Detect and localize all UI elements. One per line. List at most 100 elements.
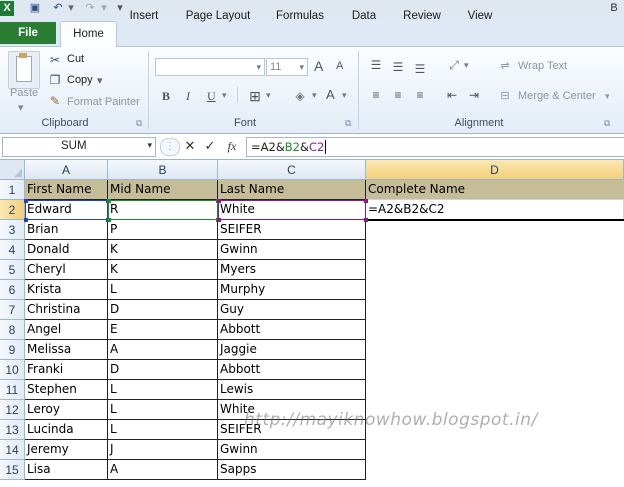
cell-b8[interactable]: E bbox=[108, 320, 218, 340]
font-color-icon[interactable]: A bbox=[326, 87, 335, 102]
column-header-c[interactable]: C bbox=[218, 160, 366, 180]
cell-a7[interactable]: Christina bbox=[25, 300, 108, 320]
cell-c14[interactable]: Gwinn bbox=[218, 440, 366, 460]
tab-page-layout[interactable]: Page Layout bbox=[182, 6, 254, 26]
cell-a13[interactable]: Lucinda bbox=[25, 420, 108, 440]
format-painter-button[interactable]: Format Painter bbox=[67, 96, 140, 108]
cut-button[interactable]: Cut bbox=[67, 53, 84, 65]
row-header-13[interactable]: 13 bbox=[0, 420, 25, 440]
cell-c7[interactable]: Guy bbox=[218, 300, 366, 320]
cell-d2[interactable]: =A2&B2&C2 bbox=[366, 200, 624, 220]
row-header-6[interactable]: 6 bbox=[0, 280, 25, 300]
insert-function-icon[interactable]: fx bbox=[223, 138, 241, 154]
column-header-d[interactable]: D bbox=[366, 160, 624, 180]
cell-b15[interactable]: A bbox=[108, 460, 218, 480]
row-header-12[interactable]: 12 bbox=[0, 400, 25, 420]
cell-a10[interactable]: Franki bbox=[25, 360, 108, 380]
row-header-10[interactable]: 10 bbox=[0, 360, 25, 380]
font-color-dropdown-icon[interactable]: ▾ bbox=[342, 90, 347, 101]
align-middle-icon[interactable]: ☰ bbox=[390, 59, 406, 75]
cell-a12[interactable]: Leroy bbox=[25, 400, 108, 420]
column-header-b[interactable]: B bbox=[108, 160, 218, 180]
cell-b12[interactable]: L bbox=[108, 400, 218, 420]
borders-icon[interactable]: ⊞ bbox=[247, 88, 263, 104]
font-size-field[interactable]: 11 ▾ bbox=[266, 58, 308, 76]
row-header-5[interactable]: 5 bbox=[0, 260, 25, 280]
orientation-icon[interactable]: ⤢ bbox=[446, 57, 462, 73]
cell-b4[interactable]: K bbox=[108, 240, 218, 260]
cell-a15[interactable]: Lisa bbox=[25, 460, 108, 480]
merge-dropdown-icon[interactable]: ▾ bbox=[605, 91, 610, 102]
row-header-1[interactable]: 1 bbox=[0, 180, 25, 200]
clipboard-launcher-icon[interactable]: ⧉ bbox=[136, 118, 142, 129]
cell-a2[interactable]: Edward bbox=[25, 200, 108, 220]
redo-dropdown-icon[interactable]: ▾ bbox=[99, 1, 109, 16]
save-icon[interactable]: ▣ bbox=[28, 1, 42, 16]
paste-icon[interactable] bbox=[8, 51, 40, 89]
cell-c3[interactable]: SEIFER bbox=[218, 220, 366, 240]
copy-button[interactable]: Copy bbox=[67, 74, 93, 86]
font-name-dropdown-icon[interactable]: ▾ bbox=[256, 59, 261, 75]
cell-b6[interactable]: L bbox=[108, 280, 218, 300]
row-header-9[interactable]: 9 bbox=[0, 340, 25, 360]
cell-c5[interactable]: Myers bbox=[218, 260, 366, 280]
name-box-dropdown-icon[interactable]: ▾ bbox=[147, 140, 152, 151]
cell-b11[interactable]: L bbox=[108, 380, 218, 400]
formula-bar-handle-icon[interactable]: ⋮ bbox=[160, 138, 180, 156]
undo-icon[interactable]: ↶ bbox=[50, 1, 66, 16]
cell-a6[interactable]: Krista bbox=[25, 280, 108, 300]
cell-b3[interactable]: P bbox=[108, 220, 218, 240]
cell-b13[interactable]: L bbox=[108, 420, 218, 440]
underline-button[interactable]: U bbox=[207, 89, 216, 104]
underline-dropdown-icon[interactable]: ▾ bbox=[222, 90, 227, 101]
cell-c1[interactable]: Last Name bbox=[218, 180, 366, 200]
cell-b1[interactable]: Mid Name bbox=[108, 180, 218, 200]
cell-c8[interactable]: Abbott bbox=[218, 320, 366, 340]
row-header-14[interactable]: 14 bbox=[0, 440, 25, 460]
tab-file[interactable]: File bbox=[0, 22, 56, 44]
cell-b7[interactable]: D bbox=[108, 300, 218, 320]
font-launcher-icon[interactable]: ⧉ bbox=[345, 118, 351, 129]
cell-a14[interactable]: Jeremy bbox=[25, 440, 108, 460]
wrap-text-button[interactable]: Wrap Text bbox=[518, 60, 567, 72]
enter-icon[interactable]: ✓ bbox=[203, 138, 217, 154]
cell-c15[interactable]: Sapps bbox=[218, 460, 366, 480]
tab-insert[interactable]: Insert bbox=[124, 6, 164, 26]
tab-data[interactable]: Data bbox=[346, 6, 382, 26]
decrease-indent-icon[interactable]: ⇤ bbox=[444, 87, 460, 103]
formula-input[interactable]: =A2&B2&C2 bbox=[246, 137, 624, 157]
name-box[interactable]: SUM ▾ bbox=[2, 137, 156, 157]
cell-a9[interactable]: Melissa bbox=[25, 340, 108, 360]
fill-color-icon[interactable]: ◈ bbox=[292, 88, 308, 104]
italic-button[interactable]: I bbox=[186, 89, 190, 104]
increase-indent-icon[interactable]: ⇥ bbox=[466, 87, 482, 103]
row-header-15[interactable]: 15 bbox=[0, 460, 25, 480]
cell-d1[interactable]: Complete Name bbox=[366, 180, 624, 200]
bold-button[interactable]: B bbox=[162, 89, 170, 104]
copy-dropdown-icon[interactable]: ▾ bbox=[97, 74, 103, 87]
tab-review[interactable]: Review bbox=[398, 6, 446, 26]
fill-color-dropdown-icon[interactable]: ▾ bbox=[312, 90, 317, 101]
alignment-launcher-icon[interactable]: ⧉ bbox=[604, 118, 610, 129]
row-header-11[interactable]: 11 bbox=[0, 380, 25, 400]
font-size-dropdown-icon[interactable]: ▾ bbox=[299, 59, 304, 75]
grow-font-icon[interactable]: A bbox=[314, 58, 323, 74]
row-header-4[interactable]: 4 bbox=[0, 240, 25, 260]
merge-center-button[interactable]: Merge & Center bbox=[518, 90, 596, 102]
undo-dropdown-icon[interactable]: ▾ bbox=[66, 1, 76, 16]
cell-c9[interactable]: Jaggie bbox=[218, 340, 366, 360]
cell-b5[interactable]: K bbox=[108, 260, 218, 280]
align-left-icon[interactable]: ≡ bbox=[368, 87, 384, 103]
tab-home[interactable]: Home bbox=[60, 21, 117, 48]
cell-c6[interactable]: Murphy bbox=[218, 280, 366, 300]
cell-a5[interactable]: Cheryl bbox=[25, 260, 108, 280]
cell-b10[interactable]: D bbox=[108, 360, 218, 380]
cell-a3[interactable]: Brian bbox=[25, 220, 108, 240]
cell-a1[interactable]: First Name bbox=[25, 180, 108, 200]
cell-b2[interactable]: R bbox=[108, 200, 218, 220]
cell-b14[interactable]: J bbox=[108, 440, 218, 460]
align-bottom-icon[interactable]: ☰ bbox=[412, 61, 428, 77]
borders-dropdown-icon[interactable]: ▾ bbox=[266, 90, 271, 101]
cell-c11[interactable]: Lewis bbox=[218, 380, 366, 400]
shrink-font-icon[interactable]: A bbox=[336, 60, 343, 72]
